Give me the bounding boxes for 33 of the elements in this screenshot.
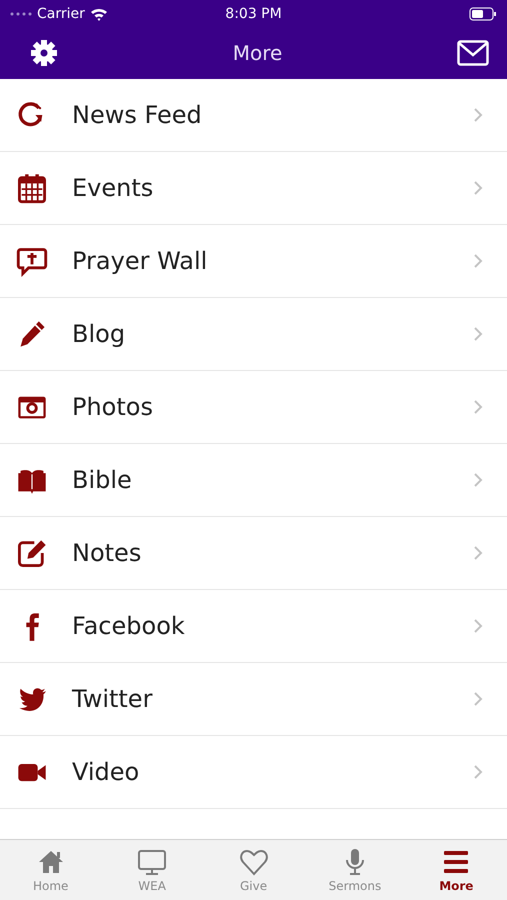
chevron-icon [473,107,483,123]
menu-item[interactable]: Photos [0,371,507,444]
battery-icon [469,6,497,20]
chevron-icon [473,180,483,196]
status-time: 8:03 PM [225,6,282,22]
menu-item[interactable]: Notes [0,517,507,590]
menu-item[interactable]: Blog [0,298,507,371]
chevron-icon [473,326,483,342]
tab[interactable]: More [406,840,507,900]
signal-icon [10,12,32,16]
chevron-icon [473,472,483,488]
wifi-icon [90,6,108,20]
monitor-icon [137,847,168,877]
chevron-icon [473,545,483,561]
menu-item[interactable]: Video [0,736,507,809]
screen-title: More [232,41,282,65]
menu-item[interactable]: Bible [0,444,507,517]
heart-icon [238,847,269,877]
calendar-icon [16,172,48,204]
mail-button[interactable] [457,40,489,66]
chevron-icon [473,253,483,269]
chevron-icon [473,764,483,780]
chevron-icon [473,618,483,634]
chevron-icon [473,691,483,707]
carrier-name: Carrier [37,6,85,22]
speech-bubble-icon [16,245,48,277]
menu-item[interactable]: Events [0,152,507,225]
settings-button[interactable] [30,39,58,67]
menu-item[interactable]: Twitter [0,663,507,736]
menu-item[interactable]: Facebook [0,590,507,663]
menu-item[interactable]: News Feed [0,79,507,152]
menu-item[interactable]: Prayer Wall [0,225,507,298]
chevron-icon [473,399,483,415]
